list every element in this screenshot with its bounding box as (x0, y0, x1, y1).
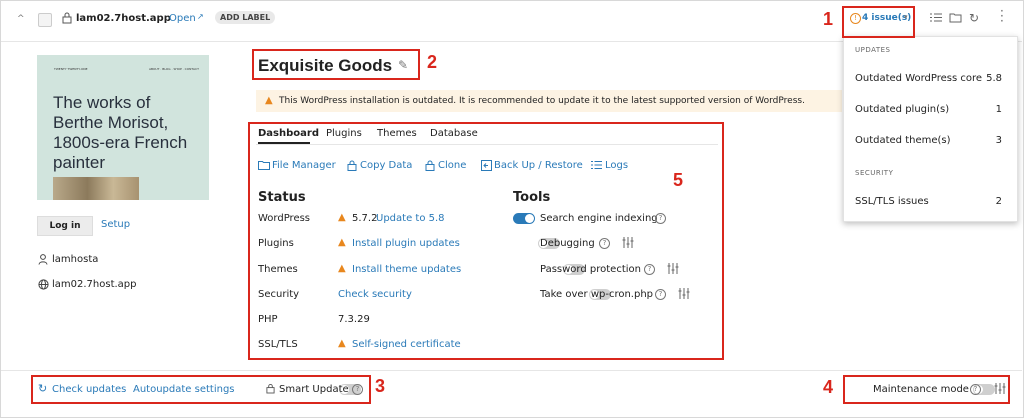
external-link-icon[interactable]: ↗ (197, 12, 204, 21)
menu-value-ssl: 2 (995, 196, 1002, 207)
menu-item-outdated-core[interactable]: Outdated WordPress core (855, 73, 982, 84)
menu-item-outdated-themes[interactable]: Outdated theme(s) (855, 135, 951, 146)
select-checkbox[interactable] (38, 13, 52, 27)
host-name: lam02.7host.app (52, 279, 137, 290)
callout-box-title (252, 49, 420, 80)
list-view-icon[interactable] (930, 12, 942, 26)
preview-heading: The works of Berthe Morisot, 1800s-era F… (53, 93, 188, 172)
setup-link[interactable]: Setup (101, 219, 130, 230)
open-link[interactable]: Open (169, 13, 196, 24)
warning-icon: ▲ (265, 95, 273, 106)
callout-number-4: 4 (823, 377, 834, 397)
callout-number-1: 1 (823, 9, 834, 29)
callout-number-2: 2 (427, 52, 438, 72)
callout-box-footer-left (31, 375, 371, 404)
callout-box-issues (842, 6, 915, 38)
updates-section-heading: UPDATES (855, 46, 891, 54)
menu-item-ssl-issues[interactable]: SSL/TLS issues (855, 196, 929, 207)
user-name: lamhosta (52, 254, 99, 265)
add-label-button[interactable]: ADD LABEL (215, 11, 276, 24)
security-section-heading: SECURITY (855, 169, 894, 177)
lock-icon (62, 12, 72, 27)
footer-divider (1, 370, 1022, 371)
menu-item-outdated-plugins[interactable]: Outdated plugin(s) (855, 104, 949, 115)
chevron-up-icon[interactable]: ^ (17, 14, 25, 24)
domain-title[interactable]: lam02.7host.app (76, 13, 171, 24)
callout-box-maintenance (843, 375, 1010, 404)
login-button[interactable]: Log in (37, 216, 93, 236)
site-preview-thumbnail[interactable]: TWENTY TWENTY-ONE ABOUT · BLOG · SHOP · … (37, 55, 209, 200)
issues-dropdown-menu (843, 36, 1018, 222)
callout-box-dashboard (248, 122, 724, 360)
preview-brand: TWENTY TWENTY-ONE (54, 67, 88, 71)
menu-value-core: 5.8 (986, 73, 1002, 84)
menu-value-plugins: 1 (995, 104, 1002, 115)
more-options-icon[interactable]: · · · (1000, 5, 1004, 27)
user-icon (38, 254, 48, 268)
preview-painting (53, 177, 139, 200)
preview-nav: ABOUT · BLOG · SHOP · CONTACT (149, 67, 199, 71)
folder-icon[interactable] (949, 12, 962, 26)
callout-number-3: 3 (375, 376, 386, 396)
globe-icon (38, 279, 49, 293)
callout-number-5: 5 (673, 170, 684, 190)
refresh-icon[interactable]: ↻ (969, 11, 979, 25)
warning-text: This WordPress installation is outdated.… (279, 96, 805, 106)
menu-value-themes: 3 (995, 135, 1002, 146)
